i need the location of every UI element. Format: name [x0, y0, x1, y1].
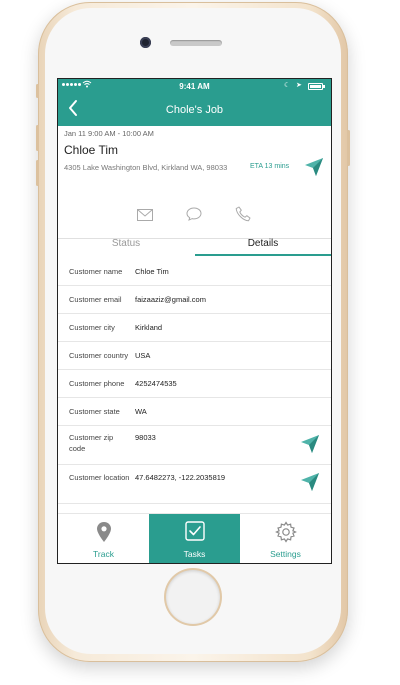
job-time-range: Jan 11 9:00 AM - 10:00 AM	[64, 129, 154, 138]
tab-track[interactable]: Track	[58, 514, 149, 563]
detail-label: Customer phone	[69, 379, 125, 388]
battery-icon	[308, 83, 325, 90]
volume-down-button	[36, 160, 39, 186]
tab-settings[interactable]: Settings	[240, 514, 331, 563]
map-pin-icon	[96, 522, 111, 542]
detail-row-zip: Customer zip code 98033	[58, 425, 331, 465]
detail-row-city: Customer city Kirkland	[58, 313, 331, 342]
detail-label: Customer city	[69, 323, 115, 332]
navigate-to-location-button[interactable]	[300, 472, 320, 497]
detail-value: USA	[135, 351, 151, 360]
detail-label: Customer location	[69, 473, 130, 482]
tab-status[interactable]: Status	[58, 238, 194, 254]
detail-value: faizaaziz@gmail.com	[135, 295, 206, 304]
job-eta: ETA 13 mins	[250, 163, 290, 170]
detail-row-phone: Customer phone 4252474535	[58, 369, 331, 398]
gear-icon	[274, 521, 297, 543]
detail-label: Customer state	[69, 407, 120, 416]
navigate-to-zip-button[interactable]	[300, 434, 320, 459]
segment-tabs: Status Details	[58, 238, 331, 256]
tab-track-label: Track	[93, 549, 114, 559]
navigation-arrow-icon	[305, 158, 323, 176]
detail-value: Chloe Tim	[135, 267, 169, 276]
tab-settings-label: Settings	[270, 549, 301, 559]
navigation-arrow-icon	[301, 435, 319, 453]
tab-tasks-label: Tasks	[183, 549, 206, 559]
phone-icon	[235, 206, 251, 222]
front-camera	[140, 37, 151, 48]
page-title: Chole's Job	[165, 104, 224, 116]
detail-label: Customer country	[69, 351, 129, 360]
detail-row-state: Customer state WA	[58, 397, 331, 426]
detail-label: Customer zip code	[69, 433, 114, 453]
earpiece-speaker	[170, 40, 222, 46]
detail-row-name: Customer name Chloe Tim	[58, 257, 331, 286]
location-services-icon: ➤	[296, 82, 302, 89]
detail-value: 4252474535	[135, 379, 177, 388]
chat-bubble-icon	[186, 207, 202, 221]
call-button[interactable]	[235, 206, 251, 227]
do-not-disturb-icon: ☾	[284, 82, 291, 89]
mail-button[interactable]	[137, 208, 153, 226]
navigation-arrow-icon	[301, 473, 319, 491]
detail-label: Customer email	[69, 295, 122, 304]
detail-value: 47.6482273, -122.2035819	[135, 473, 226, 482]
detail-value: WA	[135, 407, 147, 416]
job-customer-name: Chloe Tim	[64, 143, 119, 157]
detail-value: 98033	[135, 433, 156, 442]
mute-switch	[36, 84, 39, 98]
app-screen: 9:41 AM ☾ ➤ Chole's Job Jan 11 9:00 AM -…	[57, 78, 332, 564]
tab-details[interactable]: Details	[195, 238, 331, 254]
power-button	[347, 130, 350, 166]
navigation-bar: Chole's Job	[58, 95, 331, 126]
volume-up-button	[36, 125, 39, 151]
detail-row-email: Customer email faizaaziz@gmail.com	[58, 285, 331, 314]
checkbox-icon	[184, 521, 205, 541]
mail-icon	[137, 209, 153, 221]
tab-tasks[interactable]: Tasks	[149, 514, 240, 563]
job-address: 4305 Lake Washington Blvd, Kirkland WA, …	[64, 163, 228, 172]
active-tab-indicator	[195, 254, 331, 256]
chat-button[interactable]	[186, 207, 202, 226]
navigate-to-address-button[interactable]	[304, 157, 324, 182]
status-bar: 9:41 AM ☾ ➤	[58, 79, 331, 95]
detail-label: Customer name	[69, 267, 123, 276]
home-button[interactable]	[166, 570, 220, 624]
bottom-tab-bar: Track Tasks Settings	[58, 513, 331, 563]
detail-row-country: Customer country USA	[58, 341, 331, 370]
detail-value: Kirkland	[135, 323, 163, 332]
detail-row-location: Customer location 47.6482273, -122.20358…	[58, 464, 331, 504]
